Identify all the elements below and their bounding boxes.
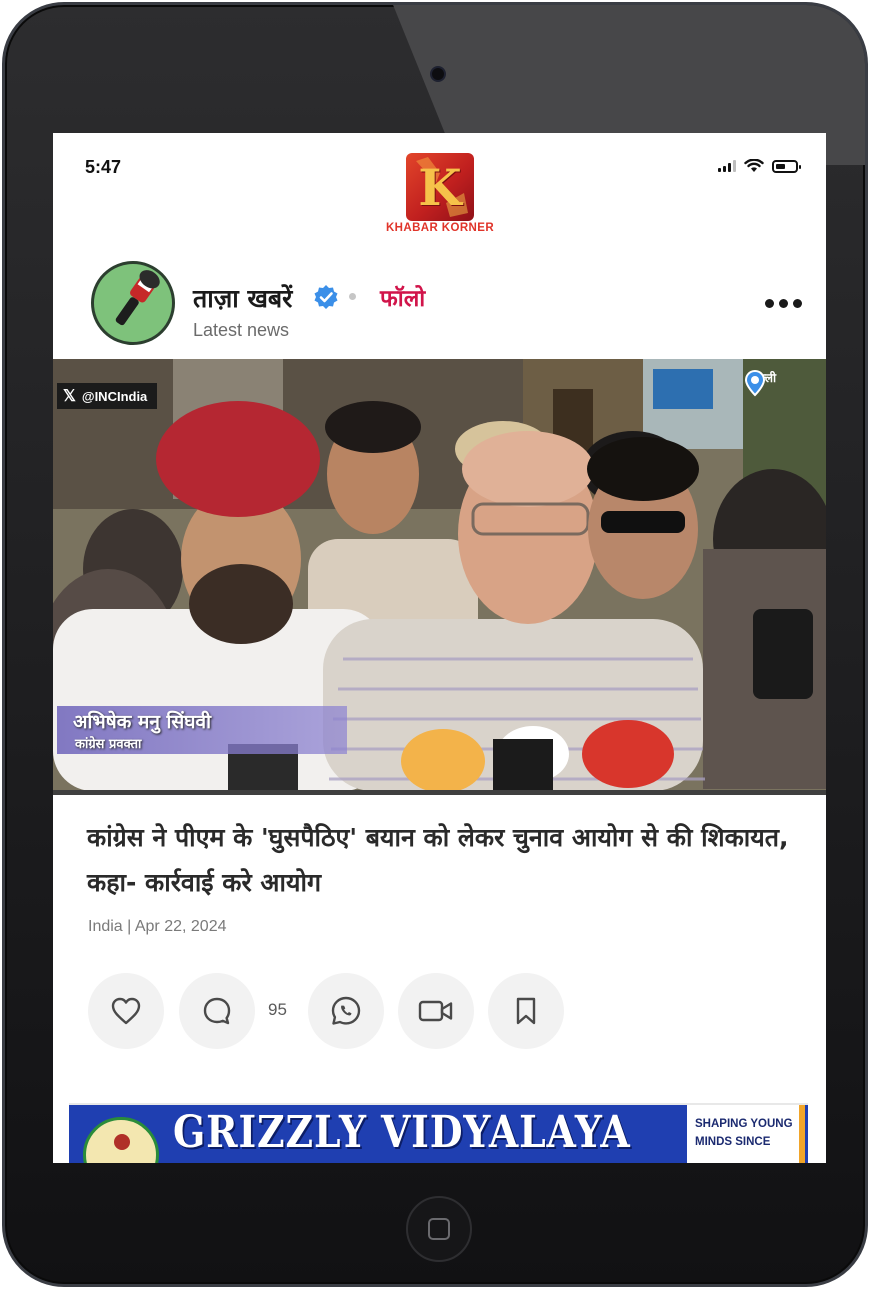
app-screen: 5:47 K KHABAR KORNER ताज़ा खबरें फॉलो La… — [53, 133, 826, 1163]
brand-name: KHABAR KORNER — [385, 222, 495, 234]
x-logo-icon: 𝕏 — [63, 388, 76, 405]
verified-badge-icon — [314, 285, 338, 309]
speaker-name: अभिषेक मनु सिंघवी — [73, 711, 211, 733]
article-meta: India | Apr 22, 2024 — [88, 918, 227, 935]
news-image[interactable]: 𝕏 @INCIndia दिल्ली अभिषेक मनु सिंघवी कां… — [53, 359, 826, 791]
home-square-icon — [428, 1218, 450, 1240]
source-handle: @INCIndia — [81, 388, 148, 404]
location-tag: दिल्ली — [743, 369, 783, 397]
whatsapp-share-button[interactable] — [308, 973, 384, 1049]
source-tag: 𝕏 @INCIndia — [57, 383, 158, 409]
front-camera — [430, 66, 446, 82]
ad-title: GRIZZLY VIDYALAYA — [173, 1107, 631, 1158]
publisher-avatar[interactable] — [91, 261, 175, 345]
comment-icon — [203, 997, 231, 1025]
home-button[interactable] — [406, 1196, 472, 1262]
ad-banner[interactable]: GRIZZLY VIDYALAYA SHAPING YOUNG MINDS SI… — [69, 1103, 808, 1163]
logo-letter: K — [418, 157, 462, 217]
publisher-subtitle: Latest news — [193, 320, 290, 340]
ad-tagline: SHAPING YOUNG MINDS SINCE — [687, 1105, 805, 1163]
speaker-role: कांग्रेस प्रवक्ता — [75, 737, 142, 752]
separator-dot — [349, 293, 356, 300]
status-time: 5:47 — [85, 157, 122, 177]
signal-icon — [718, 160, 736, 172]
video-icon — [418, 1000, 453, 1022]
comment-button[interactable] — [179, 973, 255, 1049]
like-button[interactable] — [88, 973, 164, 1049]
video-button[interactable] — [398, 973, 474, 1049]
bookmark-button[interactable] — [488, 973, 564, 1049]
comment-count: 95 — [268, 1000, 287, 1019]
battery-icon — [772, 159, 801, 173]
wifi-icon — [744, 159, 764, 172]
more-options-icon[interactable] — [765, 299, 802, 308]
article-headline[interactable]: कांग्रेस ने पीएम के 'घुसपैठिए' बयान को ल… — [87, 815, 797, 905]
school-emblem-icon — [83, 1117, 159, 1163]
bookmark-icon — [516, 997, 536, 1025]
follow-button[interactable]: फॉलो — [380, 281, 425, 313]
publisher-name[interactable]: ताज़ा खबरें — [193, 281, 292, 315]
brand-logo: K — [406, 153, 474, 221]
microphone-icon — [115, 270, 160, 326]
image-divider — [53, 790, 826, 795]
whatsapp-icon — [331, 996, 361, 1025]
status-icons — [718, 159, 801, 173]
tablet-frame: 5:47 K KHABAR KORNER ताज़ा खबरें फॉलो La… — [2, 2, 868, 1287]
heart-icon — [111, 997, 141, 1025]
location-pin-icon — [744, 369, 766, 397]
